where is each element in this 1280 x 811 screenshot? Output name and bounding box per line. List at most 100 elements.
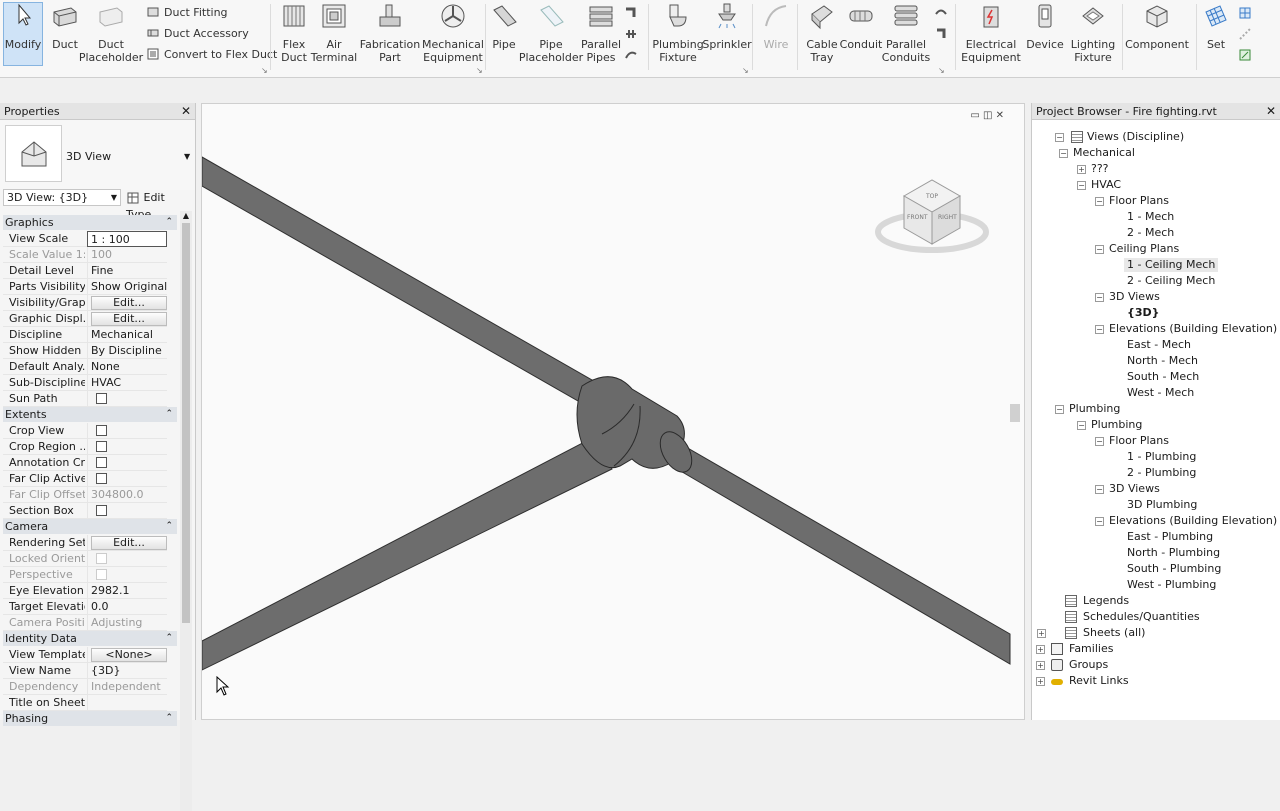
collapse-toggle-icon[interactable]: −: [1055, 133, 1064, 142]
tree-node-label[interactable]: {3D}: [1127, 306, 1159, 320]
property-value[interactable]: HVAC: [87, 375, 167, 391]
tree-node-label[interactable]: North - Plumbing: [1127, 546, 1220, 560]
checkbox[interactable]: [96, 392, 107, 404]
ref-plane-icon[interactable]: [1238, 27, 1252, 41]
edit-button[interactable]: Edit...: [91, 296, 167, 310]
tree-node-label[interactable]: 3D Views: [1109, 290, 1160, 304]
collapse-toggle-icon[interactable]: −: [1095, 485, 1104, 494]
viewer-icon[interactable]: [1238, 48, 1252, 62]
tree-node-label[interactable]: 2 - Mech: [1127, 226, 1174, 240]
tree-node-label[interactable]: East - Mech: [1127, 338, 1191, 352]
collapse-toggle-icon[interactable]: −: [1095, 437, 1104, 446]
edit-button[interactable]: Edit...: [91, 312, 167, 326]
edit-type-button[interactable]: Edit Type: [126, 189, 192, 221]
collapse-icon[interactable]: ⌃: [165, 631, 173, 646]
tree-node-label[interactable]: 3D Views: [1109, 482, 1160, 496]
tree-node-label[interactable]: Elevations (Building Elevation): [1109, 322, 1277, 336]
expand-toggle-icon[interactable]: +: [1036, 677, 1045, 686]
tree-node-label[interactable]: Elevations (Building Elevation): [1109, 514, 1277, 528]
property-value[interactable]: [87, 391, 167, 407]
tree-node-label[interactable]: 2 - Ceiling Mech: [1127, 274, 1215, 288]
tree-node-label[interactable]: 1 - Mech: [1127, 210, 1174, 224]
tree-node-label[interactable]: 1 - Ceiling Mech: [1124, 258, 1219, 272]
conduit-fitting-icon[interactable]: [934, 27, 948, 41]
duct-fitting-button[interactable]: Duct Fitting: [146, 5, 228, 19]
collapse-icon[interactable]: ⌃: [165, 407, 173, 422]
show-work-plane-icon[interactable]: [1238, 6, 1252, 20]
property-group-graphics[interactable]: Graphics ⌃: [3, 215, 177, 230]
collapse-toggle-icon[interactable]: −: [1095, 245, 1104, 254]
type-selector[interactable]: 3D View ▼: [0, 120, 195, 190]
property-value[interactable]: [87, 503, 167, 519]
property-group-extents[interactable]: Extents ⌃: [3, 407, 177, 422]
property-value[interactable]: Mechanical: [87, 327, 167, 343]
properties-scrollbar[interactable]: ▲: [180, 211, 192, 811]
tree-node-label[interactable]: Views (Discipline): [1087, 130, 1184, 144]
fabrication-panel-arrow-icon[interactable]: ↘: [476, 66, 483, 75]
pipe-fitting-icon[interactable]: [624, 6, 638, 20]
edit-button[interactable]: <None>: [91, 648, 167, 662]
tree-node-label[interactable]: Plumbing: [1069, 402, 1120, 416]
convert-flex-duct-button[interactable]: Convert to Flex Duct: [146, 47, 277, 61]
electrical-equipment-button[interactable]: Electrical Equipment: [961, 2, 1021, 64]
3d-view-canvas[interactable]: ▭ ◫ ✕ TOP FRONT RIGHT: [201, 103, 1025, 720]
collapse-icon[interactable]: ⌃: [165, 711, 173, 726]
viewcube[interactable]: TOP FRONT RIGHT: [874, 174, 990, 264]
property-value[interactable]: [87, 439, 167, 455]
plumbing-fixture-button[interactable]: Plumbing Fixture: [652, 2, 704, 64]
collapse-toggle-icon[interactable]: −: [1095, 293, 1104, 302]
tree-node-label[interactable]: ???: [1091, 162, 1109, 176]
checkbox[interactable]: [96, 504, 107, 516]
pipe-main-left[interactable]: [202, 156, 628, 430]
tree-node-label[interactable]: Mechanical: [1073, 146, 1135, 160]
electrical-panel-arrow-icon[interactable]: ↘: [938, 66, 945, 75]
pipe-placeholder-button[interactable]: Pipe Placeholder: [519, 2, 583, 64]
pipe-branch[interactable]: [202, 436, 613, 671]
cable-tray-button[interactable]: Cable Tray: [803, 2, 841, 64]
tree-node-label[interactable]: HVAC: [1091, 178, 1121, 192]
air-terminal-button[interactable]: Air Terminal: [311, 2, 357, 64]
component-button[interactable]: Component: [1125, 2, 1189, 51]
pipe-accessory-icon[interactable]: [624, 27, 638, 41]
property-value[interactable]: None: [87, 359, 167, 375]
property-value[interactable]: Show Original: [87, 279, 167, 295]
checkbox[interactable]: [96, 456, 107, 468]
fabrication-part-button[interactable]: Fabrication Part: [360, 2, 420, 64]
scroll-up-icon[interactable]: ▲: [180, 211, 192, 220]
collapse-toggle-icon[interactable]: −: [1077, 181, 1086, 190]
close-icon[interactable]: ✕: [1266, 103, 1276, 120]
modify-tool[interactable]: Modify: [5, 2, 41, 51]
pipe-main-right[interactable]: [671, 438, 1011, 665]
property-value[interactable]: [87, 455, 167, 471]
collapse-icon[interactable]: ⌃: [165, 519, 173, 534]
collapse-toggle-icon[interactable]: −: [1095, 197, 1104, 206]
sprinkler-button[interactable]: Sprinkler: [702, 2, 752, 51]
property-value[interactable]: [87, 471, 167, 487]
tree-node-label[interactable]: Sheets (all): [1083, 626, 1145, 640]
tree-node-label[interactable]: West - Plumbing: [1127, 578, 1216, 592]
duct-placeholder-button[interactable]: Duct Placeholder: [79, 2, 143, 64]
property-value[interactable]: Edit...: [87, 311, 167, 327]
property-value[interactable]: 0.0: [87, 599, 167, 615]
flex-duct-button[interactable]: Flex Duct: [276, 2, 312, 64]
tree-node-label[interactable]: Schedules/Quantities: [1083, 610, 1200, 624]
collapse-toggle-icon[interactable]: −: [1077, 421, 1086, 430]
property-value[interactable]: Edit...: [87, 295, 167, 311]
property-group-identity[interactable]: Identity Data ⌃: [3, 631, 177, 646]
close-icon[interactable]: ✕: [181, 103, 191, 120]
tree-node-label[interactable]: South - Plumbing: [1127, 562, 1221, 576]
property-value[interactable]: 1 : 100: [87, 231, 167, 247]
property-value[interactable]: 2982.1: [87, 583, 167, 599]
parallel-conduits-button[interactable]: Parallel Conduits: [882, 2, 930, 64]
property-value[interactable]: Edit...: [87, 535, 167, 551]
flex-pipe-icon[interactable]: [624, 48, 638, 62]
tree-node-label[interactable]: 3D Plumbing: [1127, 498, 1197, 512]
device-button[interactable]: Device: [1026, 2, 1064, 51]
wire-button[interactable]: Wire: [760, 2, 792, 51]
tree-node-label[interactable]: Groups: [1069, 658, 1108, 672]
expand-toggle-icon[interactable]: +: [1036, 661, 1045, 670]
tree-node-label[interactable]: 2 - Plumbing: [1127, 466, 1196, 480]
property-value[interactable]: Fine: [87, 263, 167, 279]
lighting-fixture-button[interactable]: Lighting Fixture: [1068, 2, 1118, 64]
tree-node-label[interactable]: Revit Links: [1069, 674, 1129, 688]
